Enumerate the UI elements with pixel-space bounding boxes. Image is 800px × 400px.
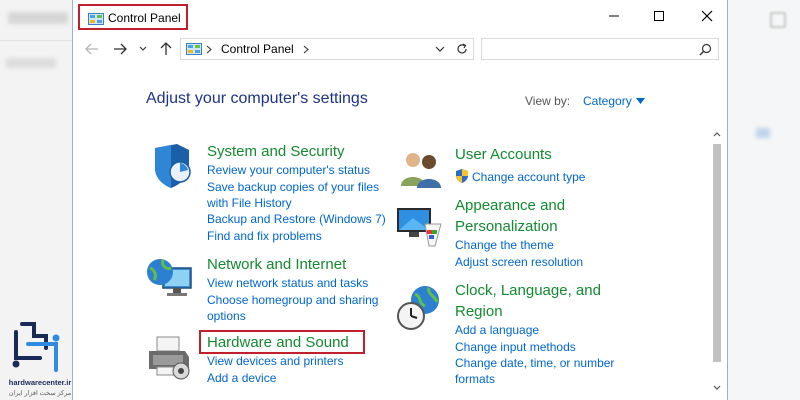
category-clock-line2[interactable]: Region (455, 303, 503, 320)
link-review-status[interactable]: Review your computer's status (207, 163, 370, 177)
recent-locations-button[interactable] (137, 39, 149, 59)
refresh-button[interactable] (455, 42, 469, 56)
link-input-methods[interactable]: Change input methods (455, 340, 576, 354)
site-logo: hardwarecenter.ir مرکز سخت افزار ایران (4, 318, 71, 398)
scroll-thumb[interactable] (713, 144, 721, 362)
background-divider (0, 40, 72, 41)
uac-shield-icon (456, 169, 468, 183)
link-homegroup-options[interactable]: options (207, 309, 246, 323)
control-panel-icon (186, 43, 202, 55)
vertical-scrollbar[interactable] (711, 128, 723, 396)
background-link (756, 128, 770, 138)
link-date-time-format[interactable]: Change date, time, or number (455, 356, 614, 370)
user-accounts-icon[interactable] (397, 146, 445, 194)
forward-arrow-icon (114, 43, 127, 55)
category-system-security[interactable]: System and Security (207, 143, 345, 160)
link-file-history[interactable]: with File History (207, 196, 292, 210)
breadcrumb-chevron-icon (206, 45, 212, 54)
chevron-down-icon (713, 385, 721, 390)
link-add-language[interactable]: Add a language (455, 323, 539, 337)
link-network-status[interactable]: View network status and tasks (207, 276, 368, 290)
refresh-icon (457, 43, 467, 54)
control-panel-window: Control Panel Control Panel Adjust your … (72, 0, 728, 400)
address-field[interactable]: Control Panel (180, 38, 474, 60)
link-screen-resolution[interactable]: Adjust screen resolution (455, 255, 583, 269)
background-window-right (728, 0, 800, 400)
caret-down-icon[interactable] (636, 98, 645, 104)
title-highlight-box: Control Panel (78, 4, 188, 30)
background-title (8, 12, 68, 24)
forward-button[interactable] (111, 39, 129, 59)
up-button[interactable] (157, 39, 175, 59)
control-panel-icon (88, 13, 104, 25)
category-hardware-sound[interactable]: Hardware and Sound (207, 334, 349, 351)
link-change-theme[interactable]: Change the theme (455, 238, 554, 252)
address-dropdown-button[interactable] (433, 42, 447, 56)
chevron-up-icon (713, 132, 721, 137)
link-add-device[interactable]: Add a device (207, 371, 276, 385)
chevron-down-icon (139, 46, 147, 51)
address-bar-row: Control Panel (73, 34, 729, 64)
up-arrow-icon (160, 42, 172, 55)
clock-globe-icon[interactable] (395, 284, 443, 332)
printer-icon[interactable] (145, 333, 193, 381)
maximize-icon (654, 11, 664, 21)
breadcrumb-chevron-icon[interactable] (303, 45, 309, 54)
view-by-label: View by: (525, 94, 571, 108)
link-devices-printers[interactable]: View devices and printers (207, 354, 344, 368)
close-button[interactable] (693, 4, 721, 28)
minimize-icon (609, 15, 619, 17)
link-change-account-type[interactable]: Change account type (472, 170, 585, 184)
link-save-backup[interactable]: Save backup copies of your files (207, 180, 379, 194)
background-button (770, 12, 786, 28)
network-globe-icon[interactable] (145, 254, 193, 302)
maximize-button[interactable] (645, 4, 673, 28)
view-by-dropdown[interactable]: Category (583, 94, 632, 108)
category-user-accounts[interactable]: User Accounts (455, 146, 552, 163)
page-heading: Adjust your computer's settings (146, 90, 368, 107)
logo-mark-icon (12, 322, 60, 372)
category-clock-line1[interactable]: Clock, Language, and (455, 282, 601, 299)
close-icon (701, 10, 713, 22)
scroll-up-button[interactable] (711, 128, 723, 140)
link-formats[interactable]: formats (455, 372, 495, 386)
category-appearance-line1[interactable]: Appearance and (455, 197, 565, 214)
title-bar: Control Panel (73, 0, 729, 32)
link-homegroup[interactable]: Choose homegroup and sharing (207, 293, 378, 307)
back-button[interactable] (83, 39, 101, 59)
link-find-fix[interactable]: Find and fix problems (207, 229, 322, 243)
search-icon[interactable] (699, 43, 712, 56)
link-backup-restore[interactable]: Backup and Restore (Windows 7) (207, 212, 386, 226)
logo-text: hardwarecenter.ir (8, 378, 72, 387)
window-title: Control Panel (108, 11, 181, 25)
breadcrumb-control-panel[interactable]: Control Panel (221, 42, 294, 56)
chevron-down-icon (435, 46, 445, 52)
shield-icon[interactable] (147, 142, 195, 190)
appearance-monitor-icon[interactable] (395, 202, 443, 250)
category-appearance-line2[interactable]: Personalization (455, 218, 558, 235)
back-arrow-icon (85, 43, 98, 55)
minimize-button[interactable] (600, 4, 628, 28)
search-input[interactable] (481, 38, 719, 60)
category-network-internet[interactable]: Network and Internet (207, 256, 346, 273)
scroll-down-button[interactable] (711, 382, 723, 394)
logo-subtext: مرکز سخت افزار ایران (8, 390, 72, 397)
background-nav (6, 58, 56, 68)
